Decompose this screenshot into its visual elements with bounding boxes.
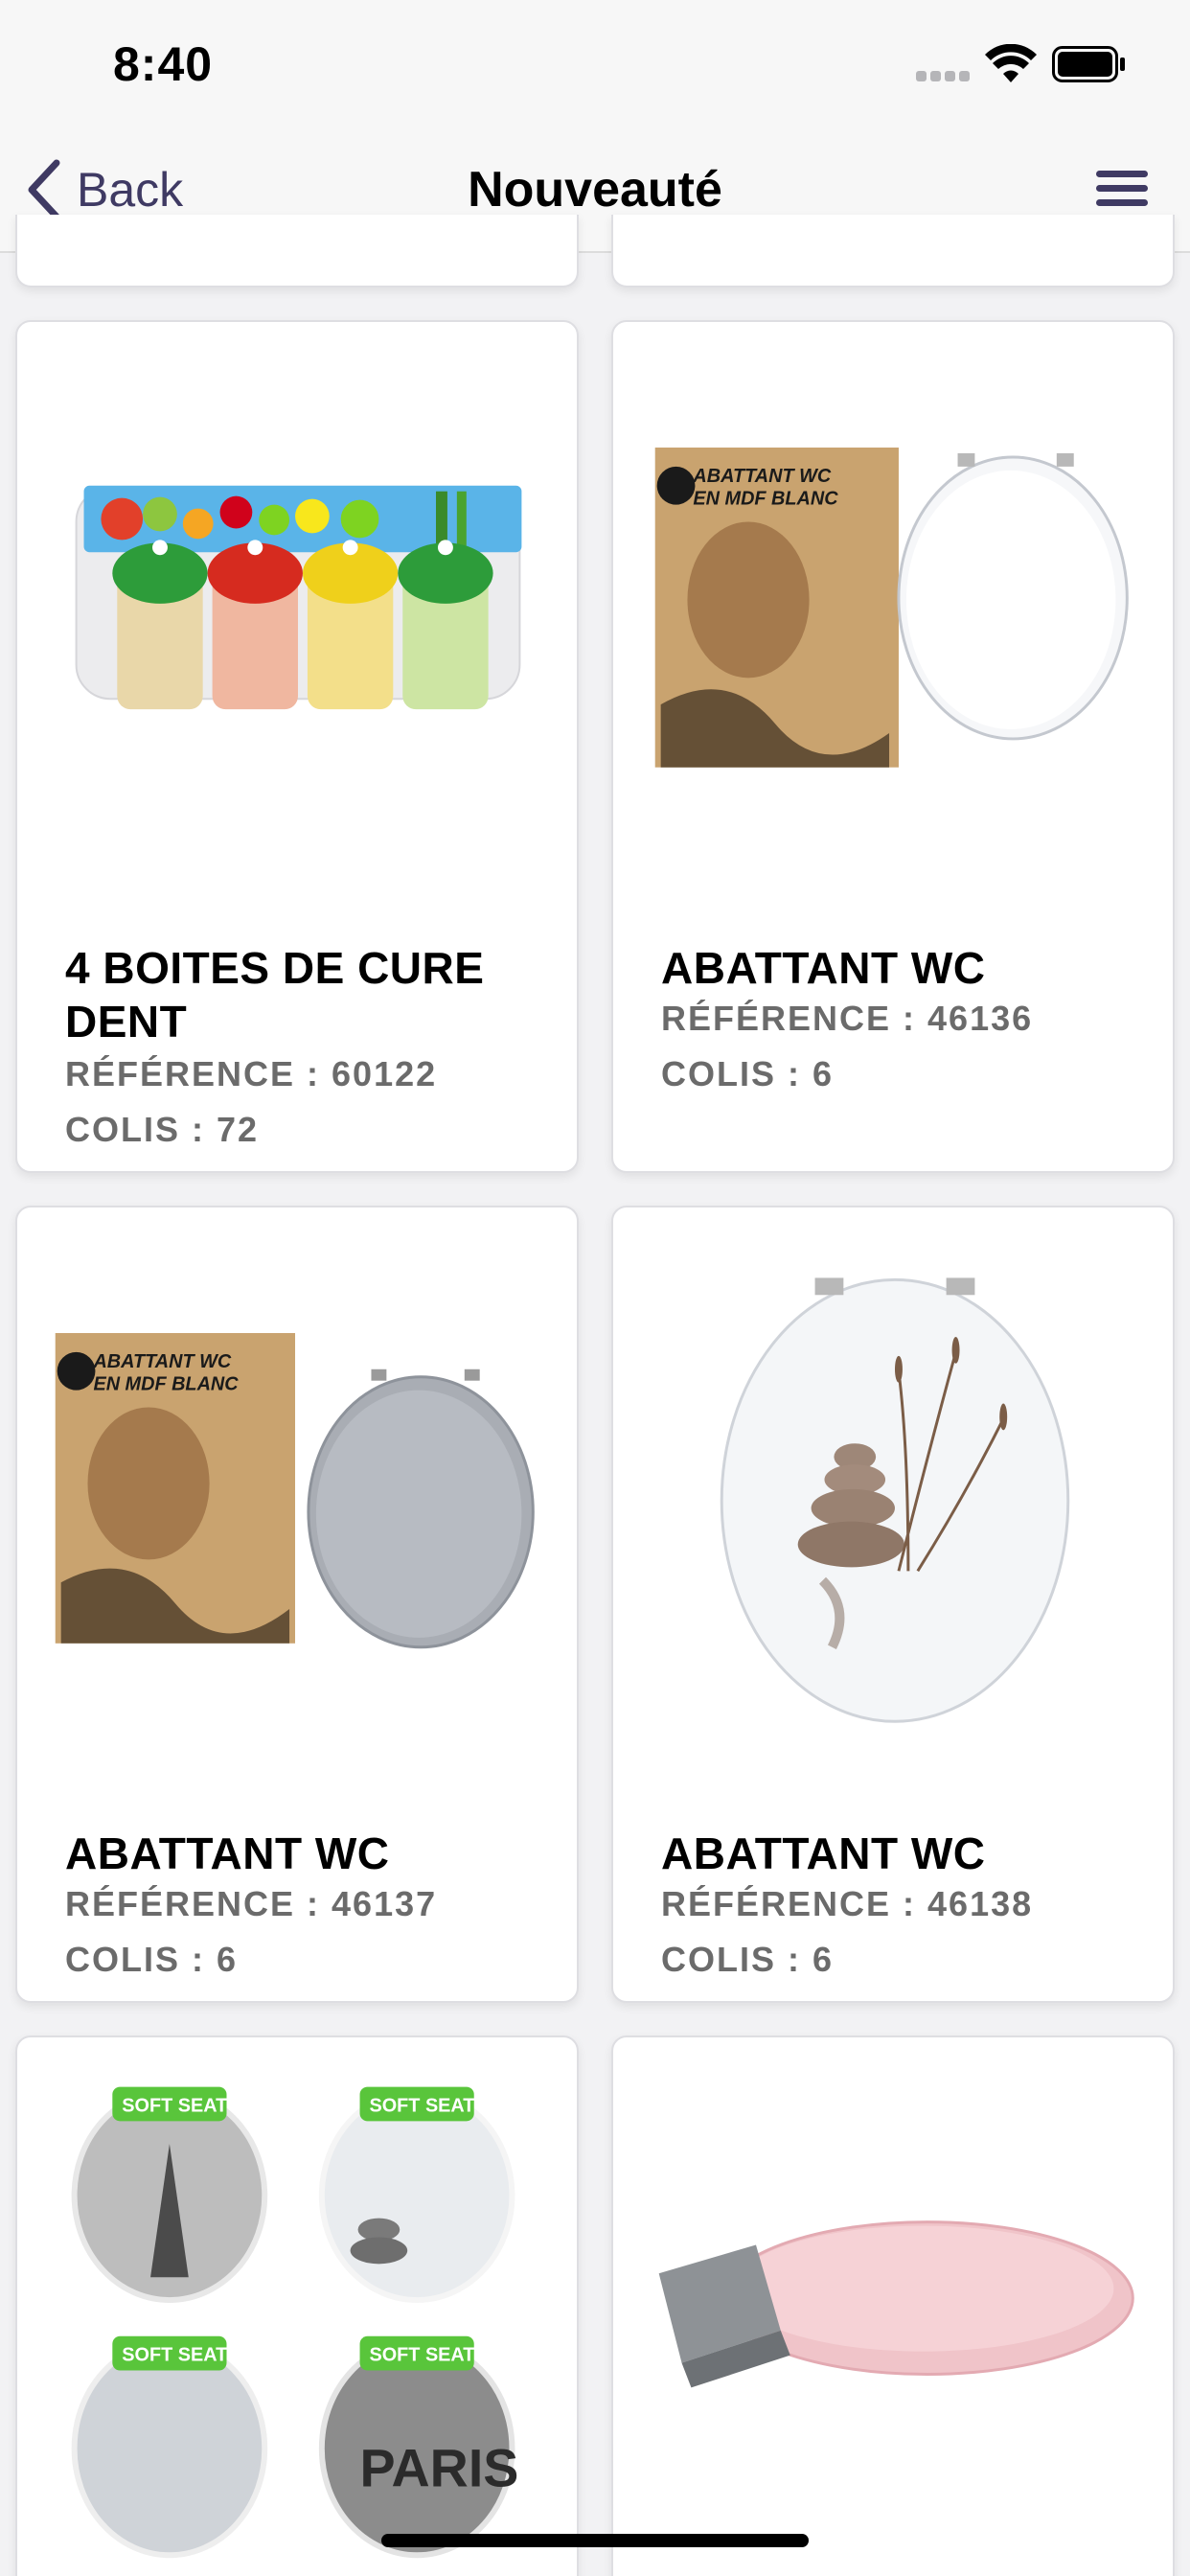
product-reference: RÉFÉRENCE : 60122 (65, 1054, 438, 1093)
product-title: ABATTANT WC (65, 1828, 390, 1878)
product-reference: RÉFÉRENCE : 46138 (661, 1884, 1034, 1923)
product-image: SOFT SEAT SOFT SEAT SOFT SEAT SOFT SEAT … (71, 2086, 519, 2559)
paris-print-text: PARIS (360, 2439, 519, 2498)
product-image (75, 485, 522, 710)
status-time: 8:40 (113, 37, 214, 91)
product-image (720, 1277, 1070, 1723)
product-card-partial[interactable] (15, 215, 579, 288)
product-card[interactable]: ABATTANT WC EN MDF BLANC ABATTANT WC RÉF… (611, 320, 1175, 1173)
product-card[interactable] (611, 2036, 1175, 2576)
product-image: ABATTANT WC EN MDF BLANC (654, 448, 1129, 768)
hamburger-menu-icon[interactable] (1092, 165, 1152, 213)
home-indicator (381, 2534, 809, 2547)
product-image: ABATTANT WC EN MDF BLANC (55, 1333, 535, 1649)
product-colis: COLIS : 6 (65, 1940, 239, 1979)
product-image (658, 2220, 1134, 2388)
soft-seat-label: SOFT SEAT (369, 2345, 474, 2366)
product-reference: RÉFÉRENCE : 46136 (661, 999, 1034, 1038)
status-bar: 8:40 (0, 0, 1190, 126)
box-text-line1: ABATTANT WC (692, 466, 831, 487)
soft-seat-label: SOFT SEAT (369, 2095, 474, 2116)
box-text-line2: EN MDF BLANC (693, 489, 838, 510)
product-title: ABATTANT WC (661, 1828, 986, 1878)
product-colis: COLIS : 72 (65, 1110, 260, 1149)
battery-icon (1052, 46, 1125, 82)
product-reference: RÉFÉRENCE : 46137 (65, 1884, 438, 1923)
wifi-icon (985, 44, 1037, 82)
box-text-line2: EN MDF BLANC (93, 1374, 239, 1395)
product-card[interactable]: ABATTANT WC RÉFÉRENCE : 46138 COLIS : 6 (611, 1206, 1175, 2003)
soft-seat-label: SOFT SEAT (122, 2345, 227, 2366)
box-text-line1: ABATTANT WC (92, 1351, 231, 1372)
product-colis: COLIS : 6 (661, 1054, 835, 1093)
product-colis: COLIS : 6 (661, 1940, 835, 1979)
signal-icon (916, 71, 970, 82)
product-card-partial[interactable] (611, 215, 1175, 288)
product-card[interactable]: 4 BOITES DE CURE DENT RÉFÉRENCE : 60122 … (15, 320, 579, 1173)
product-card[interactable]: ABATTANT WC EN MDF BLANC ABATTANT WC RÉF… (15, 1206, 579, 2003)
product-title: 4 BOITES DE CURE DENT (65, 943, 485, 1046)
product-title: ABATTANT WC (661, 943, 986, 993)
soft-seat-label: SOFT SEAT (122, 2095, 227, 2116)
page-title: Nouveauté (468, 162, 722, 218)
product-card[interactable]: SOFT SEAT SOFT SEAT SOFT SEAT SOFT SEAT … (15, 2036, 579, 2576)
